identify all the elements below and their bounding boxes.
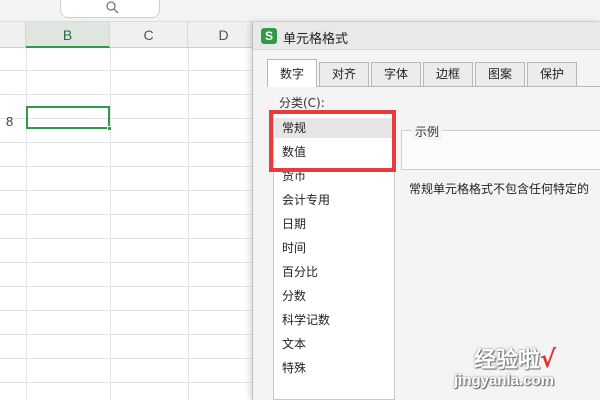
format-description: 常规单元格格式不包含任何特定的 <box>409 182 590 196</box>
check-icon: √ <box>540 345 557 373</box>
dialog-title: 单元格格式 <box>283 32 349 47</box>
category-label: 分类(C): <box>279 96 325 110</box>
selected-cell[interactable] <box>26 106 112 131</box>
tab-border[interactable]: 边框 <box>423 62 473 86</box>
app-logo-icon: S <box>261 28 277 44</box>
category-item-scientific[interactable]: 科学记数 <box>282 310 330 330</box>
grid-line <box>0 214 260 215</box>
grid-line <box>0 166 260 167</box>
column-header-c[interactable]: C <box>110 22 188 48</box>
grid-line <box>0 94 260 95</box>
row-number[interactable]: 8 <box>6 114 13 129</box>
tab-protection[interactable]: 保护 <box>527 62 577 86</box>
grid-line <box>188 48 189 400</box>
category-item-accounting[interactable]: 会计专用 <box>282 190 330 210</box>
grid-line <box>0 238 260 239</box>
sample-group: 示例 <box>401 123 600 170</box>
top-tab[interactable] <box>60 0 160 18</box>
watermark-url: jingyanla.com <box>454 372 555 389</box>
tab-alignment[interactable]: 对齐 <box>319 62 369 86</box>
grid-line <box>0 382 260 383</box>
column-header-d[interactable]: D <box>188 22 260 48</box>
tab-font[interactable]: 字体 <box>371 62 421 86</box>
sample-label: 示例 <box>412 123 443 140</box>
tab-number[interactable]: 数字 <box>267 59 317 87</box>
grid-line <box>0 358 260 359</box>
top-toolbar-strip <box>0 0 600 22</box>
annotation-highlight-box <box>269 110 396 172</box>
grid-line <box>0 190 260 191</box>
grid-line <box>0 310 260 311</box>
category-item-time[interactable]: 时间 <box>282 238 306 258</box>
grid-line <box>0 70 260 71</box>
grid-line <box>0 142 260 143</box>
fill-handle[interactable] <box>107 126 112 131</box>
column-header-blank <box>0 22 26 48</box>
grid-line <box>0 262 260 263</box>
grid-line <box>0 334 260 335</box>
watermark-title-text: 经验啦 <box>474 348 541 373</box>
category-item-special[interactable]: 特殊 <box>282 358 306 378</box>
category-item-date[interactable]: 日期 <box>282 214 306 234</box>
category-item-fraction[interactable]: 分数 <box>282 286 306 306</box>
column-header-b[interactable]: B <box>26 22 110 48</box>
tab-pattern[interactable]: 图案 <box>475 62 525 86</box>
dialog-title-bar[interactable]: S 单元格格式 <box>253 22 600 50</box>
watermark-title: 经验啦√ <box>474 342 556 374</box>
grid-line <box>110 48 111 400</box>
grid-line <box>0 286 260 287</box>
category-item-percentage[interactable]: 百分比 <box>282 262 318 282</box>
grid-line <box>26 48 27 400</box>
category-item-text[interactable]: 文本 <box>282 334 306 354</box>
search-icon[interactable] <box>105 1 121 15</box>
